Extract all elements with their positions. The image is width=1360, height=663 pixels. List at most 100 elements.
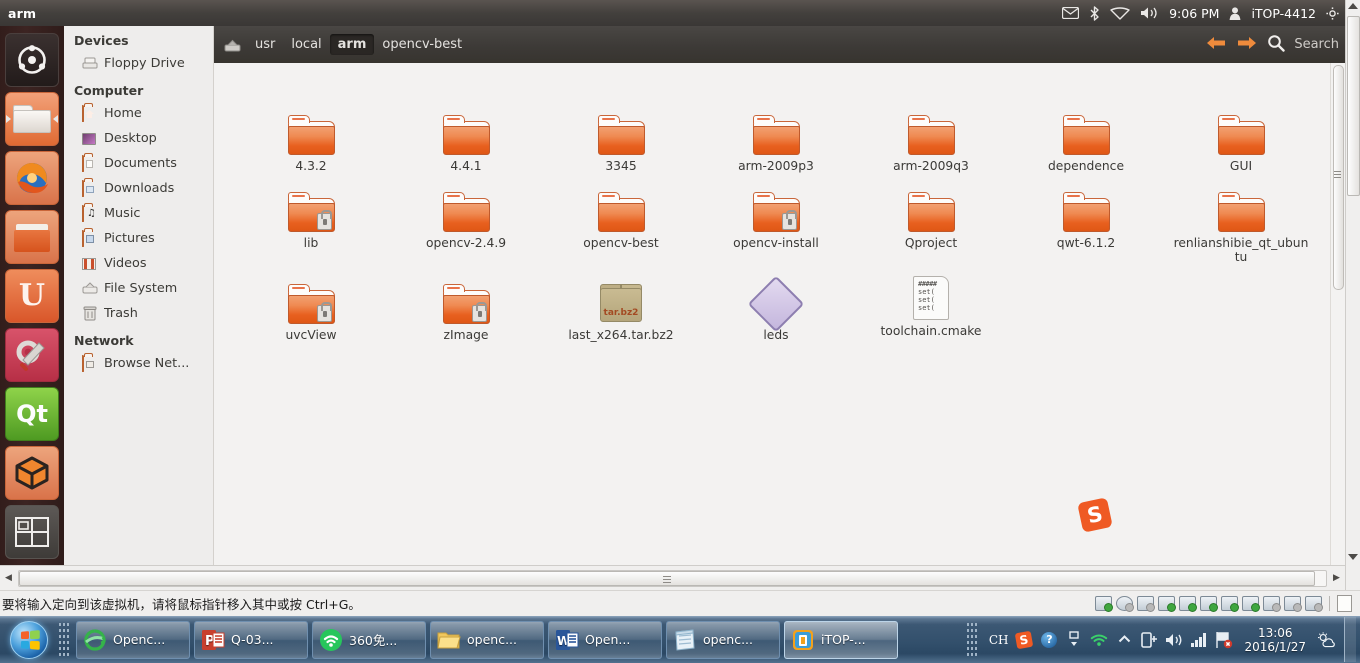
menubar-clock[interactable]: 9:06 PM [1169, 6, 1219, 21]
camera-icon[interactable] [1305, 596, 1323, 612]
taskbar-button-360-wifi[interactable]: 360免... [312, 620, 426, 659]
show-hidden-icons-icon[interactable] [1065, 630, 1083, 649]
sidebar-item-music[interactable]: ♫ Music [64, 201, 213, 226]
360-wifi-tray-icon[interactable] [1090, 631, 1108, 649]
sidebar-item-downloads[interactable]: Downloads [64, 176, 213, 201]
scroll-right-arrow-icon[interactable]: ▶ [1328, 570, 1345, 587]
tray-drag-handle[interactable] [966, 621, 979, 659]
file-item-3345[interactable]: 3345 [546, 101, 696, 173]
search-input[interactable]: Search [1294, 37, 1339, 52]
file-item-last-x264-tar-bz2[interactable]: tar.bz2 last_x264.tar.bz2 [546, 270, 696, 342]
show-more-icon[interactable] [1115, 631, 1133, 649]
hscroll-track[interactable] [18, 569, 1327, 587]
sidebar-item-file-system[interactable]: File System [64, 276, 213, 301]
cd-dvd-icon[interactable] [1116, 596, 1134, 612]
file-item-toolchain-cmake[interactable]: ##### set( set( set( toolchain.cmake [856, 266, 1006, 338]
file-icon-view[interactable]: 4.3.2 4.4.1 3345 arm-2009p3 arm-2009q3 d… [214, 63, 1330, 565]
usb-device-2-icon[interactable] [1221, 596, 1239, 612]
file-item-dependence[interactable]: dependence [1011, 101, 1161, 173]
file-system-root-icon[interactable] [224, 38, 241, 52]
signal-strength-icon[interactable] [1190, 631, 1208, 649]
usb-device-icon[interactable] [1200, 596, 1218, 612]
safely-remove-hardware-icon[interactable] [1140, 631, 1158, 649]
network-adapter-icon[interactable] [1158, 596, 1176, 612]
file-item-zimage[interactable]: zImage [391, 270, 541, 342]
breadcrumb-opencv-best[interactable]: opencv-best [374, 34, 470, 55]
search-icon[interactable] [1267, 34, 1286, 56]
launcher-item-system-settings[interactable] [5, 328, 59, 382]
mail-icon[interactable] [1062, 7, 1080, 19]
file-item-opencv-install[interactable]: opencv-install [701, 178, 851, 250]
taskbar-button-explorer-folder[interactable]: openc... [430, 620, 544, 659]
taskbar-clock[interactable]: 13:06 2016/1/27 [1240, 626, 1310, 654]
launcher-item-ubuntu-one[interactable]: U [5, 269, 59, 323]
arrow-left-icon[interactable] [1205, 35, 1227, 55]
file-item-opencv-2-4-9[interactable]: opencv-2.4.9 [391, 178, 541, 250]
launcher-item-software-center[interactable] [5, 210, 59, 264]
network-icon[interactable] [1110, 6, 1130, 20]
file-item-4-4-1[interactable]: 4.4.1 [391, 101, 541, 173]
show-desktop-button[interactable] [1344, 617, 1356, 662]
sidebar-item-pictures[interactable]: Pictures [64, 226, 213, 251]
scroll-up-arrow-icon[interactable] [1348, 3, 1358, 9]
hard-disk-icon[interactable] [1095, 596, 1113, 612]
file-item-gui[interactable]: GUI [1166, 101, 1316, 173]
breadcrumb-local[interactable]: local [283, 34, 329, 55]
scroll-down-arrow-icon[interactable] [1348, 554, 1358, 560]
start-button[interactable] [2, 619, 56, 661]
toolbar-drag-handle[interactable] [59, 621, 71, 659]
breadcrumb-usr[interactable]: usr [247, 34, 283, 55]
help-icon[interactable]: ? [1040, 631, 1058, 649]
input-language-indicator[interactable]: CH [989, 633, 1009, 647]
weather-partly-cloudy-icon[interactable] [1317, 631, 1335, 649]
usb-drive-icon[interactable] [1263, 596, 1281, 612]
gear-icon[interactable] [1326, 6, 1339, 20]
taskbar-button-vmware-itop[interactable]: iTOP-... [784, 620, 898, 659]
sogou-pinyin-icon[interactable]: S [1015, 630, 1034, 649]
file-item-qproject[interactable]: Qproject [856, 178, 1006, 250]
vmware-horizontal-scrollbar[interactable]: ◀ ▶ [0, 565, 1345, 590]
file-item-arm-2009p3[interactable]: arm-2009p3 [701, 101, 851, 173]
launcher-item-firefox[interactable] [5, 151, 59, 205]
launcher-item-virtualbox[interactable] [5, 446, 59, 500]
sound-card-icon[interactable] [1242, 596, 1260, 612]
sidebar-item-documents[interactable]: Documents [64, 151, 213, 176]
scroll-left-arrow-icon[interactable]: ◀ [0, 570, 17, 587]
vmware-vertical-scrollbar[interactable] [1345, 0, 1360, 590]
file-item-uvcview[interactable]: uvcView [236, 270, 386, 342]
file-item-qwt-6-1-2[interactable]: qwt-6.1.2 [1011, 178, 1161, 250]
sidebar-item-browse-network[interactable]: Browse Net... [64, 351, 213, 376]
arrow-right-icon[interactable] [1236, 35, 1258, 55]
launcher-item-files[interactable] [5, 92, 59, 146]
file-item-renlianshibie-qt-ubuntu[interactable]: renlianshibie_qt_ubuntu [1166, 178, 1316, 264]
printer-icon[interactable] [1179, 596, 1197, 612]
usb-drive-2-icon[interactable] [1284, 596, 1302, 612]
volume-icon[interactable] [1140, 6, 1159, 20]
sidebar-item-desktop[interactable]: Desktop [64, 126, 213, 151]
launcher-item-qt-creator[interactable]: Qt [5, 387, 59, 441]
notes-icon[interactable] [1337, 595, 1352, 612]
bluetooth-icon[interactable] [1089, 5, 1100, 21]
breadcrumb-arm[interactable]: arm [329, 34, 375, 55]
launcher-item-ubuntu-dash[interactable] [5, 33, 59, 87]
sidebar-item-trash[interactable]: Trash [64, 301, 213, 326]
file-item-arm-2009q3[interactable]: arm-2009q3 [856, 101, 1006, 173]
taskbar-button-word[interactable]: W Open... [548, 620, 662, 659]
volume-icon[interactable] [1165, 631, 1183, 649]
sidebar-item-home[interactable]: Home [64, 101, 213, 126]
taskbar-button-powerpoint[interactable]: P Q-03... [194, 620, 308, 659]
session-username[interactable]: iTOP-4412 [1251, 6, 1316, 21]
hscroll-thumb[interactable] [19, 570, 1315, 586]
file-item-4-3-2[interactable]: 4.3.2 [236, 101, 386, 173]
file-item-opencv-best[interactable]: opencv-best [546, 178, 696, 250]
launcher-item-workspace-switcher[interactable] [5, 505, 59, 559]
taskbar-button-opencv-ie[interactable]: Openc... [76, 620, 190, 659]
taskbar-button-notepad[interactable]: openc... [666, 620, 780, 659]
sidebar-item-videos[interactable]: Videos [64, 251, 213, 276]
file-view-vertical-scrollbar[interactable] [1330, 63, 1345, 565]
file-item-leds[interactable]: leds [701, 270, 851, 342]
vscroll-thumb[interactable] [1347, 16, 1360, 196]
sidebar-item-floppy-drive[interactable]: Floppy Drive [64, 51, 213, 76]
floppy-icon[interactable] [1137, 596, 1155, 612]
action-center-flag-icon[interactable] [1215, 631, 1233, 649]
